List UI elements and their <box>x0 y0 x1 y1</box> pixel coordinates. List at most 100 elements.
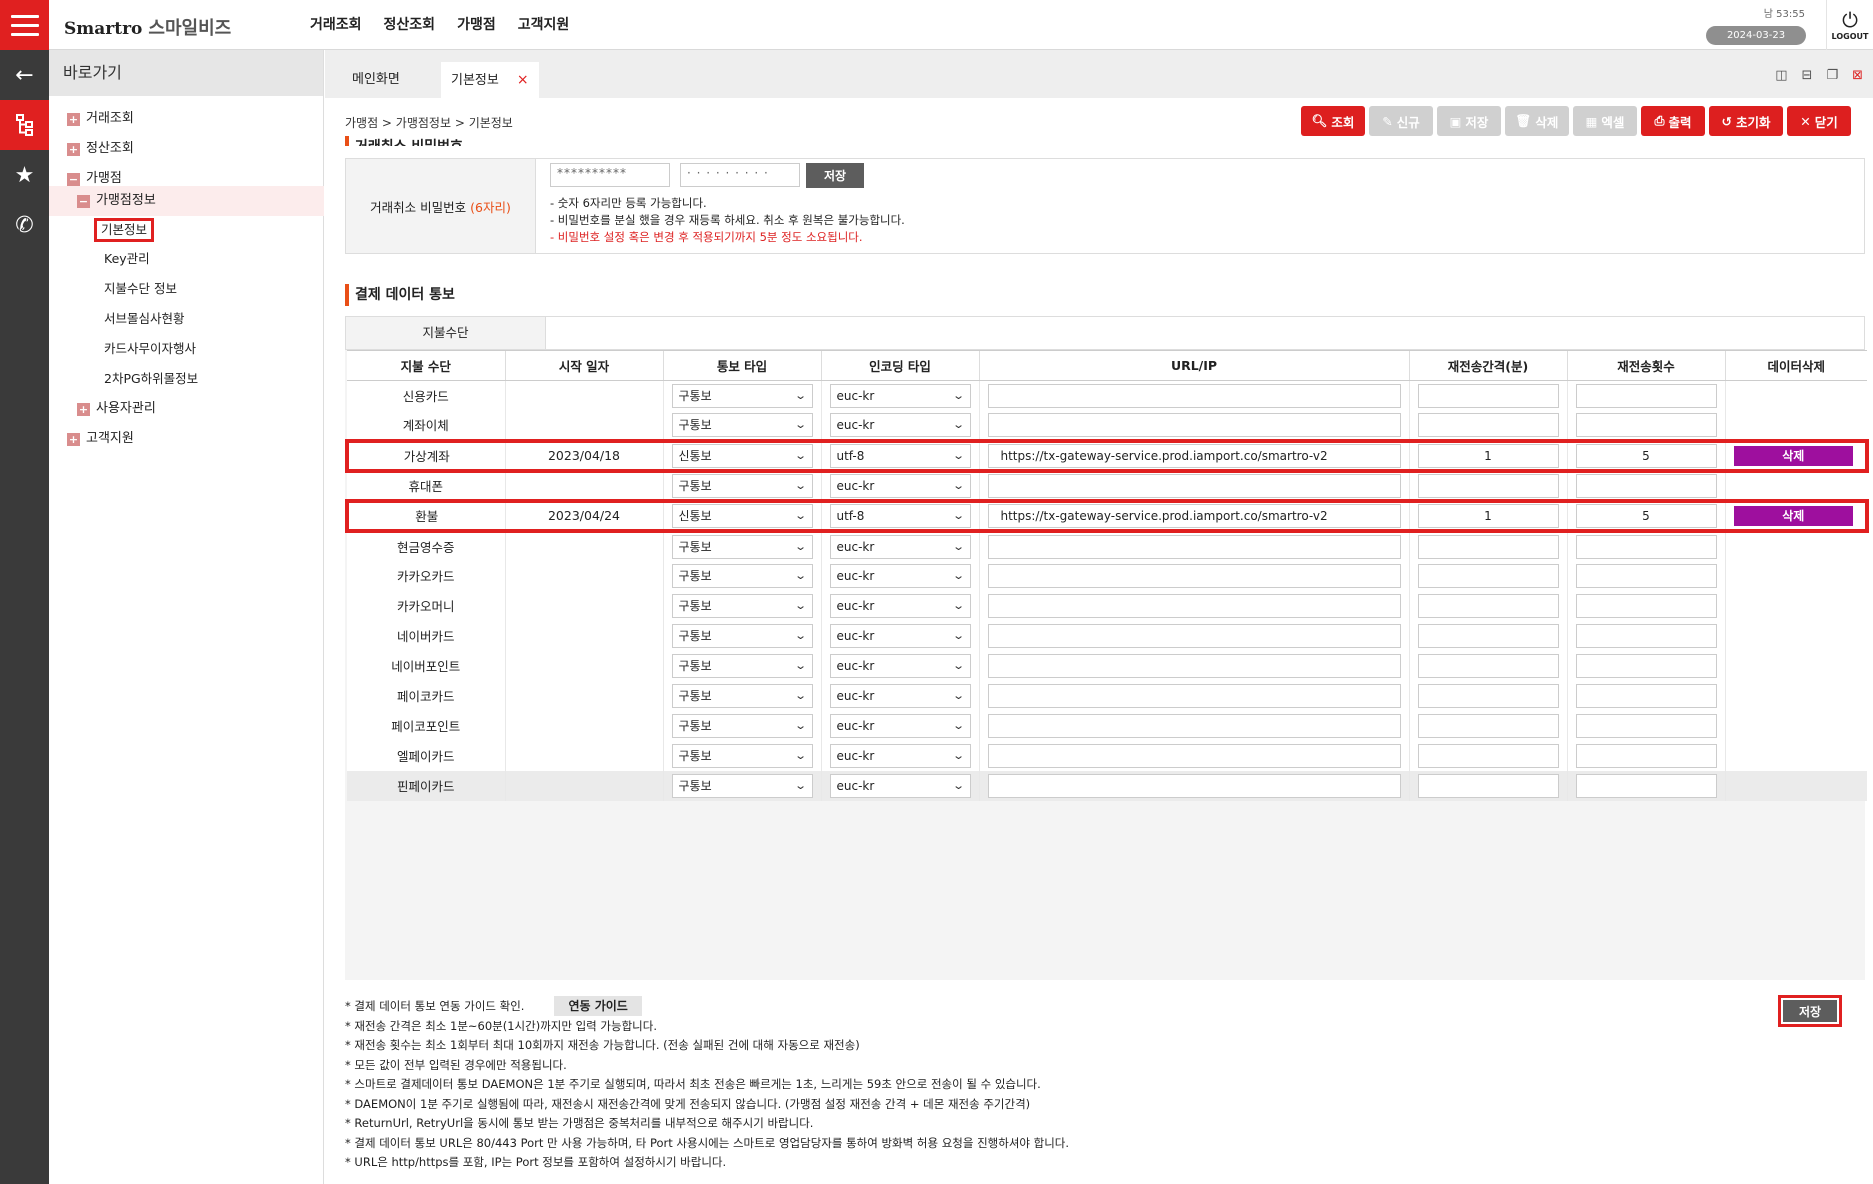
retry-interval-input[interactable] <box>1417 383 1559 408</box>
encoding-select[interactable]: euc-kr ⌄ <box>829 534 971 559</box>
star-icon[interactable]: ★ <box>0 150 49 200</box>
data-delete-button[interactable]: 삭제 <box>1733 505 1857 526</box>
tree-item-submall-review[interactable]: 서브몰심사현황 <box>104 308 185 330</box>
encoding-select[interactable]: utf-8 ⌄ <box>829 443 971 468</box>
hamburger-menu-icon[interactable] <box>0 0 49 50</box>
url-input[interactable] <box>987 473 1401 498</box>
url-input[interactable] <box>987 773 1401 798</box>
url-input[interactable] <box>987 563 1401 588</box>
encoding-select[interactable]: euc-kr ⌄ <box>829 713 971 738</box>
encoding-select[interactable]: euc-kr ⌄ <box>829 473 971 498</box>
notify-type-select[interactable]: 구통보 ⌄ <box>671 383 813 408</box>
retry-count-input[interactable] <box>1575 653 1717 678</box>
nav-transaction[interactable]: 거래조회 <box>310 14 362 34</box>
notify-type-select[interactable]: 구통보 ⌄ <box>671 563 813 588</box>
notify-type-select[interactable]: 구통보 ⌄ <box>671 743 813 768</box>
encoding-select[interactable]: utf-8 ⌄ <box>829 503 971 528</box>
password-confirm-input[interactable]: · · · · · · · · · <box>680 163 800 187</box>
reset-button[interactable]: ↺ 초기화 <box>1709 106 1783 136</box>
url-input[interactable] <box>987 653 1401 678</box>
encoding-select[interactable]: euc-kr ⌄ <box>829 653 971 678</box>
retry-interval-input[interactable] <box>1417 683 1559 708</box>
password-input[interactable]: ********** <box>550 163 670 187</box>
retry-interval-input[interactable] <box>1417 593 1559 618</box>
logo[interactable]: Smartro 스마일비즈 <box>64 14 231 40</box>
url-input[interactable] <box>987 683 1401 708</box>
tree-item-card-interest-free[interactable]: 카드사무이자행사 <box>104 338 196 360</box>
save-button[interactable]: ▣ 저장 <box>1437 106 1501 136</box>
tree-item-transaction[interactable]: + 거래조회 <box>67 108 134 130</box>
data-delete-button[interactable]: 삭제 <box>1733 445 1857 466</box>
tab-main[interactable]: 메인화면 <box>342 62 410 98</box>
window-icon[interactable]: ❐ <box>1826 68 1838 83</box>
tree-item-support[interactable]: + 고객지원 <box>67 428 134 450</box>
notify-type-select[interactable]: 구통보 ⌄ <box>671 473 813 498</box>
notify-type-select[interactable]: 구통보 ⌄ <box>671 534 813 559</box>
encoding-select[interactable]: euc-kr ⌄ <box>829 623 971 648</box>
notify-type-select[interactable]: 구통보 ⌄ <box>671 653 813 678</box>
retry-count-input[interactable] <box>1575 773 1717 798</box>
retry-count-input[interactable] <box>1575 743 1717 768</box>
nav-support[interactable]: 고객지원 <box>518 14 570 34</box>
split-vertical-icon[interactable]: ◫ <box>1775 68 1787 83</box>
back-arrow-icon[interactable]: ← <box>0 50 49 100</box>
encoding-select[interactable]: euc-kr ⌄ <box>829 743 971 768</box>
retry-interval-input[interactable] <box>1417 713 1559 738</box>
retry-count-input[interactable] <box>1575 623 1717 648</box>
encoding-select[interactable]: euc-kr ⌄ <box>829 683 971 708</box>
close-all-icon[interactable]: ⊠ <box>1852 68 1863 83</box>
nav-merchant[interactable]: 가맹점 <box>457 14 496 34</box>
password-save-button[interactable]: 저장 <box>806 163 864 188</box>
retry-interval-input[interactable] <box>1417 653 1559 678</box>
url-input[interactable] <box>987 593 1401 618</box>
retry-interval-input[interactable]: 1 <box>1417 503 1559 528</box>
url-input[interactable] <box>987 534 1401 559</box>
retry-count-input[interactable] <box>1575 593 1717 618</box>
url-input[interactable] <box>987 713 1401 738</box>
retry-count-input[interactable] <box>1575 534 1717 559</box>
tree-item-payment-method[interactable]: 지불수단 정보 <box>104 278 177 300</box>
integration-guide-button[interactable]: 연동 가이드 <box>554 996 642 1016</box>
retry-count-input[interactable] <box>1575 563 1717 588</box>
close-tab-icon[interactable]: × <box>517 72 529 88</box>
url-input[interactable] <box>987 743 1401 768</box>
retry-interval-input[interactable]: 1 <box>1417 443 1559 468</box>
notify-type-select[interactable]: 신통보 ⌄ <box>671 443 813 468</box>
url-input[interactable] <box>987 412 1401 437</box>
retry-interval-input[interactable] <box>1417 412 1559 437</box>
retry-interval-input[interactable] <box>1417 743 1559 768</box>
url-input[interactable]: https://tx-gateway-service.prod.iamport.… <box>987 503 1401 528</box>
encoding-select[interactable]: euc-kr ⌄ <box>829 412 971 437</box>
split-horizontal-icon[interactable]: ⊟ <box>1802 68 1813 83</box>
search-button[interactable]: 🔍︎ 조회 <box>1301 106 1365 136</box>
url-input[interactable]: https://tx-gateway-service.prod.iamport.… <box>987 443 1401 468</box>
retry-interval-input[interactable] <box>1417 773 1559 798</box>
new-button[interactable]: ✎ 신규 <box>1369 106 1433 136</box>
logout-button[interactable]: ⏻ LOGOUT <box>1826 0 1873 50</box>
retry-count-input[interactable] <box>1575 383 1717 408</box>
retry-count-input[interactable]: 5 <box>1575 503 1717 528</box>
close-button[interactable]: ✕ 닫기 <box>1787 106 1851 136</box>
delete-button[interactable]: 🗑︎ 삭제 <box>1505 106 1569 136</box>
phone-icon[interactable]: ✆ <box>0 200 49 250</box>
tree-item-merchant-info[interactable]: − 가맹점정보 <box>77 190 156 212</box>
tree-item-settlement[interactable]: + 정산조회 <box>67 138 134 160</box>
notify-type-select[interactable]: 구통보 ⌄ <box>671 593 813 618</box>
retry-interval-input[interactable] <box>1417 534 1559 559</box>
retry-count-input[interactable]: 5 <box>1575 443 1717 468</box>
encoding-select[interactable]: euc-kr ⌄ <box>829 563 971 588</box>
retry-count-input[interactable] <box>1575 683 1717 708</box>
notify-type-select[interactable]: 구통보 ⌄ <box>671 773 813 798</box>
notify-type-select[interactable]: 구통보 ⌄ <box>671 623 813 648</box>
tree-item-user-manage[interactable]: + 사용자관리 <box>77 398 156 420</box>
notify-type-select[interactable]: 구통보 ⌄ <box>671 683 813 708</box>
retry-interval-input[interactable] <box>1417 563 1559 588</box>
sitemap-icon[interactable] <box>0 100 49 150</box>
tree-item-merchant[interactable]: − 가맹점 <box>67 168 122 190</box>
tree-item-basic-info[interactable]: 기본정보 <box>94 218 155 242</box>
url-input[interactable] <box>987 623 1401 648</box>
encoding-select[interactable]: euc-kr ⌄ <box>829 593 971 618</box>
tab-basic-info[interactable]: 기본정보 × <box>441 62 539 98</box>
notify-type-select[interactable]: 구통보 ⌄ <box>671 713 813 738</box>
retry-count-input[interactable] <box>1575 473 1717 498</box>
